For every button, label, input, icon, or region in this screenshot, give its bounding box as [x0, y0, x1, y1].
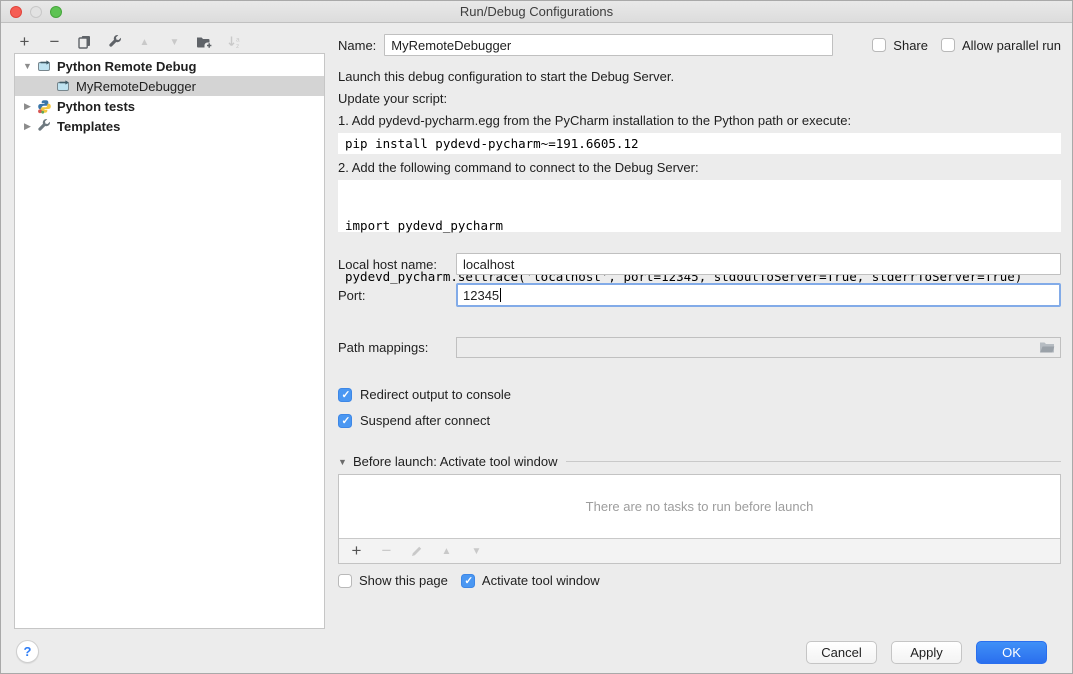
ok-button[interactable]: OK	[976, 641, 1047, 664]
redirect-output-label: Redirect output to console	[360, 387, 511, 402]
redirect-output-checkbox[interactable]	[338, 388, 352, 402]
tree-item-python-remote-debug[interactable]: ▼ Python Remote Debug	[15, 56, 324, 76]
sort-alphabetically-icon: az	[227, 35, 242, 49]
tasks-toolbar: + − ▲ ▼	[339, 538, 1060, 563]
run-debug-configurations-dialog: Run/Debug Configurations + − ▲ ▼ az ▼ Py…	[0, 0, 1073, 674]
remove-task-button: −	[378, 542, 395, 560]
edit-task-button	[408, 542, 425, 560]
move-up-button: ▲	[136, 32, 153, 52]
before-launch-header: ▼ Before launch: Activate tool window	[338, 454, 1061, 469]
show-this-page-checkbox[interactable]	[338, 574, 352, 588]
move-down-button: ▼	[166, 32, 183, 52]
tree-item-label: Python tests	[57, 99, 135, 114]
before-launch-collapse-icon[interactable]: ▼	[338, 457, 353, 467]
configurations-tree: ▼ Python Remote Debug MyRemoteDebugger ▶…	[14, 53, 325, 629]
wrench-icon	[108, 35, 122, 49]
path-mappings-label: Path mappings:	[338, 340, 456, 355]
copy-icon	[78, 35, 91, 49]
tree-item-myremotedebugger[interactable]: MyRemoteDebugger	[15, 76, 324, 96]
path-mappings-field[interactable]	[456, 337, 1061, 358]
browse-folder-icon[interactable]	[1039, 341, 1055, 354]
move-task-down-button: ▼	[468, 542, 485, 560]
sort-configurations-button: az	[226, 32, 243, 52]
tree-item-python-tests[interactable]: ▶ Python tests	[15, 96, 324, 116]
add-task-button[interactable]: +	[348, 542, 365, 560]
allow-parallel-run-label: Allow parallel run	[962, 38, 1061, 53]
local-host-label: Local host name:	[338, 257, 456, 272]
path-mappings-row: Path mappings:	[338, 336, 1061, 358]
before-launch-tasks-panel: There are no tasks to run before launch …	[338, 474, 1061, 564]
port-input[interactable]: 12345	[456, 283, 1061, 307]
window-title: Run/Debug Configurations	[1, 4, 1072, 19]
expand-triangle-icon[interactable]: ▶	[20, 101, 35, 112]
run-configuration-icon	[35, 59, 53, 73]
new-folder-icon	[196, 35, 213, 49]
suspend-after-connect-checkbox-group[interactable]: Suspend after connect	[338, 413, 1061, 428]
edit-templates-button[interactable]	[106, 32, 123, 52]
cancel-button[interactable]: Cancel	[806, 641, 877, 664]
allow-parallel-run-checkbox[interactable]	[941, 38, 955, 52]
title-bar: Run/Debug Configurations	[1, 1, 1072, 23]
share-label: Share	[893, 38, 928, 53]
configurations-toolbar: + − ▲ ▼ az	[16, 31, 243, 53]
tasks-empty-text: There are no tasks to run before launch	[586, 499, 814, 514]
page-options-row: Show this page Activate tool window	[338, 573, 1061, 588]
share-checkbox-group[interactable]: Share	[872, 38, 928, 53]
text-caret	[500, 288, 501, 302]
port-row: Port: 12345	[338, 284, 1061, 306]
suspend-after-connect-label: Suspend after connect	[360, 413, 490, 428]
name-row: Name: Share Allow parallel run	[338, 34, 1061, 56]
tasks-empty-state: There are no tasks to run before launch	[339, 475, 1060, 538]
templates-wrench-icon	[35, 119, 53, 133]
new-folder-button[interactable]	[196, 32, 213, 52]
instruction-step-2: 2. Add the following command to connect …	[338, 160, 1061, 176]
show-this-page-checkbox-group[interactable]: Show this page	[338, 573, 448, 588]
show-this-page-label: Show this page	[359, 573, 448, 588]
configuration-form: Name: Share Allow parallel run Launch th…	[338, 31, 1061, 588]
allow-parallel-run-checkbox-group[interactable]: Allow parallel run	[941, 38, 1061, 53]
local-host-input[interactable]	[456, 253, 1061, 275]
activate-tool-window-label: Activate tool window	[482, 573, 600, 588]
expand-triangle-icon[interactable]: ▶	[20, 121, 35, 132]
name-label: Name:	[338, 38, 376, 53]
dialog-buttons: Cancel Apply OK	[806, 641, 1047, 664]
help-icon: ?	[24, 644, 32, 659]
port-value: 12345	[463, 288, 499, 303]
activate-tool-window-checkbox-group[interactable]: Activate tool window	[461, 573, 600, 588]
section-divider	[566, 461, 1061, 462]
collapse-triangle-icon[interactable]: ▼	[20, 61, 35, 71]
activate-tool-window-checkbox[interactable]	[461, 574, 475, 588]
copy-configuration-button[interactable]	[76, 32, 93, 52]
name-input[interactable]	[384, 34, 833, 56]
settrace-code-line-1: import pydevd_pycharm	[345, 217, 1054, 234]
tree-item-templates[interactable]: ▶ Templates	[15, 116, 324, 136]
move-task-up-button: ▲	[438, 542, 455, 560]
add-configuration-button[interactable]: +	[16, 32, 33, 52]
remove-configuration-button[interactable]: −	[46, 32, 63, 52]
help-button[interactable]: ?	[16, 640, 39, 663]
run-configuration-icon	[54, 79, 72, 93]
tree-item-label: MyRemoteDebugger	[76, 79, 196, 94]
tree-item-label: Templates	[57, 119, 120, 134]
settrace-code: import pydevd_pycharm pydevd_pycharm.set…	[338, 180, 1061, 232]
apply-button[interactable]: Apply	[891, 641, 962, 664]
tree-item-label: Python Remote Debug	[57, 59, 196, 74]
pip-install-code: pip install pydevd-pycharm~=191.6605.12	[338, 133, 1061, 154]
svg-text:z: z	[236, 43, 239, 49]
share-checkbox[interactable]	[872, 38, 886, 52]
update-script-text: Update your script:	[338, 91, 1061, 107]
instruction-step-1: 1. Add pydevd-pycharm.egg from the PyCha…	[338, 113, 1061, 129]
python-tests-icon	[35, 99, 53, 114]
port-label: Port:	[338, 288, 456, 303]
suspend-after-connect-checkbox[interactable]	[338, 414, 352, 428]
intro-text: Launch this debug configuration to start…	[338, 69, 1061, 85]
before-launch-label: Before launch: Activate tool window	[353, 454, 558, 469]
redirect-output-checkbox-group[interactable]: Redirect output to console	[338, 387, 1061, 402]
pencil-icon	[410, 545, 423, 558]
